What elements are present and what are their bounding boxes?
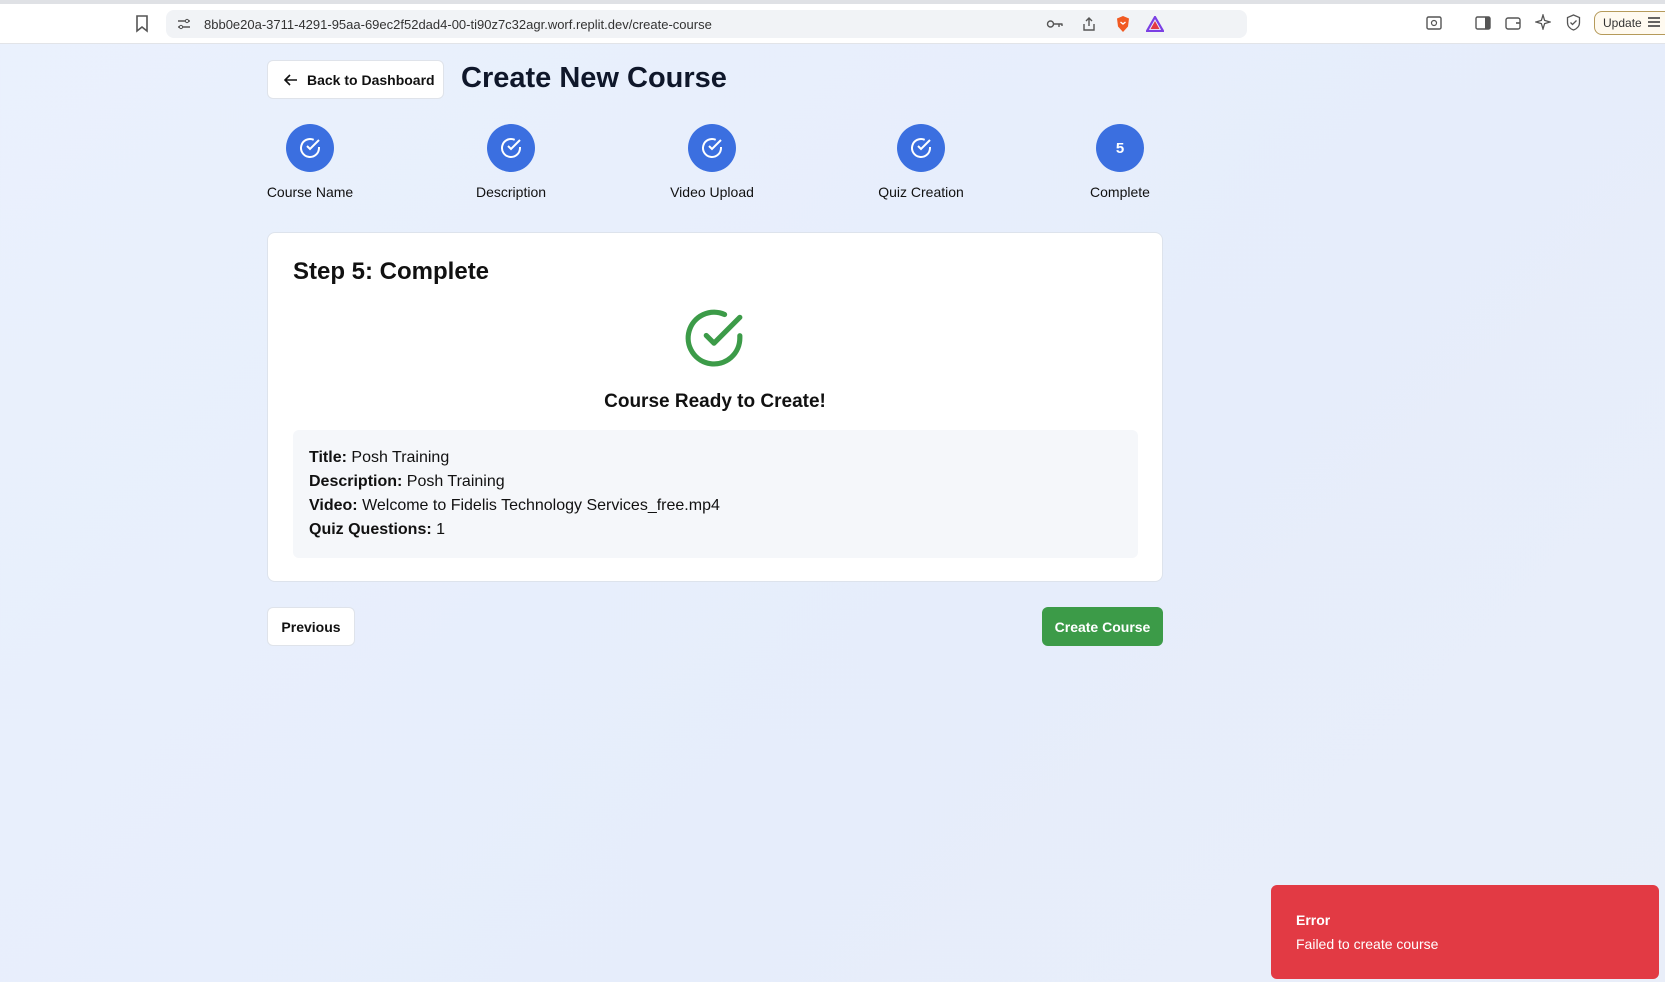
summary-video-value: Welcome to Fidelis Technology Services_f…: [362, 497, 720, 514]
toast-title: Error: [1296, 912, 1331, 928]
step-card: Step 5: Complete Course Ready to Create!…: [267, 232, 1163, 582]
back-label: Back to Dashboard: [307, 71, 435, 88]
toast-message: Failed to create course: [1296, 936, 1439, 952]
error-toast[interactable]: Error Failed to create course: [1271, 885, 1659, 979]
step-course-name: Course Name: [245, 124, 375, 200]
arrow-left-icon: [284, 73, 297, 86]
summary-quiz-label: Quiz Questions:: [309, 521, 432, 538]
step-check-icon: [286, 124, 334, 172]
screenshot-icon[interactable]: [1425, 14, 1443, 32]
wallet-icon[interactable]: [1504, 14, 1522, 32]
summary-quiz-row: Quiz Questions: 1: [309, 518, 1122, 542]
step-label: Description: [475, 184, 547, 200]
vpn-shield-icon[interactable]: [1564, 13, 1582, 31]
ready-heading: Course Ready to Create!: [604, 391, 826, 412]
key-icon[interactable]: [1046, 16, 1064, 32]
step-label: Quiz Creation: [878, 184, 964, 200]
back-to-dashboard-button[interactable]: Back to Dashboard: [267, 60, 444, 99]
course-summary: Title: Posh Training Description: Posh T…: [293, 430, 1138, 558]
update-button[interactable]: Update: [1594, 11, 1665, 35]
step-check-icon: [487, 124, 535, 172]
update-label: Update: [1603, 16, 1642, 30]
step-video-upload: Video Upload: [647, 124, 777, 200]
summary-description-row: Description: Posh Training: [309, 470, 1122, 494]
check-circle-icon: [683, 307, 745, 374]
step-number: 5: [1096, 124, 1144, 172]
summary-description-value: Posh Training: [406, 473, 505, 490]
rewards-icon[interactable]: [1146, 15, 1164, 33]
site-settings-icon[interactable]: [176, 16, 192, 32]
leo-ai-icon[interactable]: [1534, 13, 1552, 31]
bookmark-icon[interactable]: [133, 14, 151, 34]
summary-description-label: Description:: [309, 473, 403, 490]
page-title: Create New Course: [461, 62, 727, 94]
step-label: Video Upload: [670, 184, 754, 200]
summary-video-label: Video:: [309, 497, 358, 514]
summary-video-row: Video: Welcome to Fidelis Technology Ser…: [309, 494, 1122, 518]
summary-title-value: Posh Training: [351, 449, 450, 466]
menu-icon[interactable]: [1647, 16, 1660, 30]
step-complete: 5 Complete: [1055, 124, 1185, 200]
previous-button[interactable]: Previous: [267, 607, 355, 646]
summary-title-row: Title: Posh Training: [309, 446, 1122, 470]
brave-shield-icon[interactable]: [1114, 14, 1132, 34]
url-text[interactable]: 8bb0e20a-3711-4291-95aa-69ec2f52dad4-00-…: [204, 17, 712, 32]
address-bar[interactable]: 8bb0e20a-3711-4291-95aa-69ec2f52dad4-00-…: [166, 10, 1247, 38]
summary-title-label: Title:: [309, 449, 347, 466]
card-title: Step 5: Complete: [293, 258, 490, 285]
sidebar-icon[interactable]: [1474, 14, 1492, 32]
summary-quiz-value: 1: [436, 521, 446, 538]
step-label: Complete: [1090, 184, 1150, 200]
share-icon[interactable]: [1080, 15, 1098, 33]
step-check-icon: [897, 124, 945, 172]
step-description: Description: [446, 124, 576, 200]
create-course-button[interactable]: Create Course: [1042, 607, 1163, 646]
step-quiz-creation: Quiz Creation: [856, 124, 986, 200]
step-check-icon: [688, 124, 736, 172]
browser-toolbar: 8bb0e20a-3711-4291-95aa-69ec2f52dad4-00-…: [0, 4, 1665, 44]
step-label: Course Name: [266, 184, 354, 200]
